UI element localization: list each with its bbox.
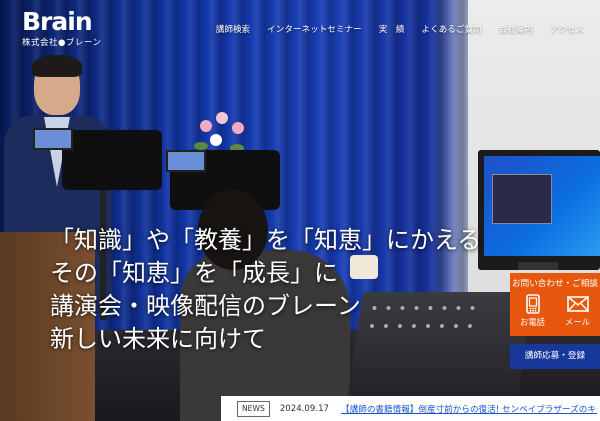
phone-icon: [525, 294, 540, 314]
global-nav: 講師検索 インターネットセミナー 実 績 よくあるご質問 会社案内 アクセス: [216, 23, 584, 35]
side-cta: お問い合わせ・ご相談 お電話 メール 講師応募・登録: [510, 273, 600, 369]
nav-instructor-search[interactable]: 講師検索: [216, 23, 250, 35]
site-header: Brain 株式会社●ブレーン 講師検索 インターネットセミナー 実 績 よくあ…: [0, 0, 600, 52]
contact-title: お問い合わせ・ご相談: [512, 279, 598, 289]
nav-faq[interactable]: よくあるご質問: [421, 23, 481, 35]
catchcopy-line: 講演会・映像配信のブレーン: [50, 292, 361, 320]
logo-word: Brain: [22, 7, 93, 36]
brain-logo[interactable]: Brain 株式会社●ブレーン: [22, 7, 102, 50]
pc-monitor: [478, 150, 600, 270]
phone-button[interactable]: お電話: [520, 294, 545, 328]
news-badge: NEWS: [237, 400, 270, 417]
camera-viewfinder: [166, 150, 206, 172]
camera-viewfinder: [33, 128, 73, 150]
nav-access[interactable]: アクセス: [550, 23, 584, 35]
nav-internet-seminar[interactable]: インターネットセミナー: [267, 23, 362, 35]
catchcopy-line: 「知識」や「教養」を「知恵」にかえる: [50, 226, 482, 254]
news-link[interactable]: 【講師の書籍情報】倒産寸前からの復活! センベイブラザーズのキセキ: [341, 403, 597, 415]
phone-label: お電話: [520, 317, 545, 327]
contact-panel: お問い合わせ・ご相談 お電話 メール: [510, 273, 600, 336]
catchcopy-line: 新しい未来に向けて: [50, 325, 266, 353]
mail-label: メール: [565, 317, 590, 327]
news-date: 2024.09.17: [279, 403, 330, 414]
video-camera: [62, 130, 162, 190]
mail-icon: [566, 296, 589, 312]
nav-achievements[interactable]: 実 績: [379, 23, 405, 35]
company-name: 株式会社●ブレーン: [22, 38, 102, 48]
nav-company-info[interactable]: 会社案内: [499, 23, 533, 35]
instructor-apply-button[interactable]: 講師応募・登録: [510, 344, 600, 369]
catchcopy-line: その「知恵」を「成長」に: [50, 259, 338, 287]
mail-button[interactable]: メール: [565, 294, 590, 328]
news-ticker: NEWS 2024.09.17 【講師の書籍情報】倒産寸前からの復活! センベイ…: [221, 396, 600, 421]
hero-catchcopy: 「知識」や「教養」を「知恵」にかえる その「知恵」を「成長」に 講演会・映像配信…: [50, 224, 481, 356]
